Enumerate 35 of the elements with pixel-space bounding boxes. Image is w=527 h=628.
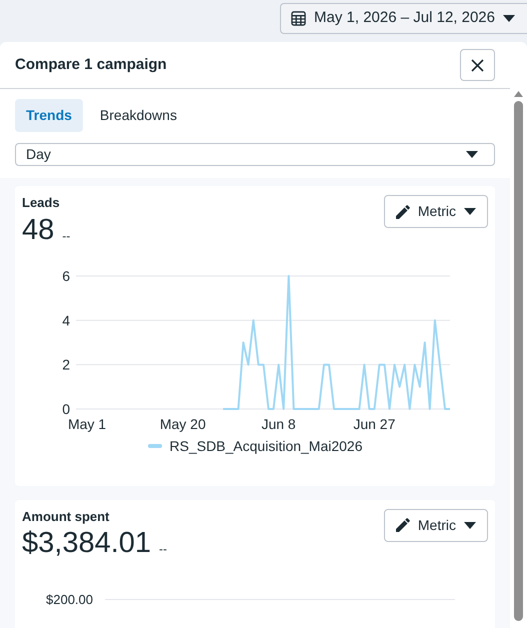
legend-swatch bbox=[148, 444, 162, 448]
caret-icon bbox=[466, 151, 478, 158]
y-tick-label: $200.00 bbox=[46, 591, 93, 609]
scrollbar-thumb[interactable] bbox=[514, 101, 523, 621]
y-tick-label: 2 bbox=[62, 356, 70, 372]
metric-button[interactable]: Metric bbox=[384, 195, 488, 228]
caret-icon bbox=[503, 15, 515, 22]
x-tick-label: May 1 bbox=[68, 416, 106, 432]
date-range-button[interactable]: May 1, 2026 – Jul 12, 2026 bbox=[280, 3, 527, 34]
pencil-icon bbox=[396, 518, 410, 532]
pencil-icon bbox=[396, 204, 410, 218]
metric-value: 48 bbox=[22, 212, 54, 246]
scroll-up-icon bbox=[514, 91, 523, 97]
granularity-select[interactable]: Day bbox=[15, 143, 495, 166]
caret-icon bbox=[464, 522, 476, 528]
x-tick-label: May 20 bbox=[160, 416, 206, 432]
close-icon bbox=[471, 58, 484, 72]
y-tick-label: 6 bbox=[62, 268, 70, 284]
metric-title: Amount spent bbox=[22, 508, 110, 526]
close-button[interactable] bbox=[460, 49, 495, 81]
x-tick-label: Jun 8 bbox=[261, 416, 296, 432]
caret-icon bbox=[464, 208, 476, 215]
panel-title: Compare 1 campaign bbox=[15, 54, 167, 75]
calendar-icon bbox=[291, 11, 306, 26]
metric-change: -- bbox=[159, 541, 168, 558]
metric-change: -- bbox=[62, 228, 70, 244]
legend-label: RS_SDB_Acquisition_Mai2026 bbox=[170, 436, 362, 456]
y-tick-label: 4 bbox=[62, 312, 70, 328]
metric-title: Leads bbox=[22, 194, 61, 212]
x-tick-label: Jun 27 bbox=[353, 416, 396, 432]
metric-button[interactable]: Metric bbox=[384, 508, 488, 542]
tab[interactable]: Breakdowns bbox=[88, 99, 188, 132]
metric-value: $3,384.01 bbox=[22, 526, 152, 560]
y-tick-label: 0 bbox=[62, 400, 70, 416]
tab[interactable]: Trends bbox=[15, 99, 83, 132]
